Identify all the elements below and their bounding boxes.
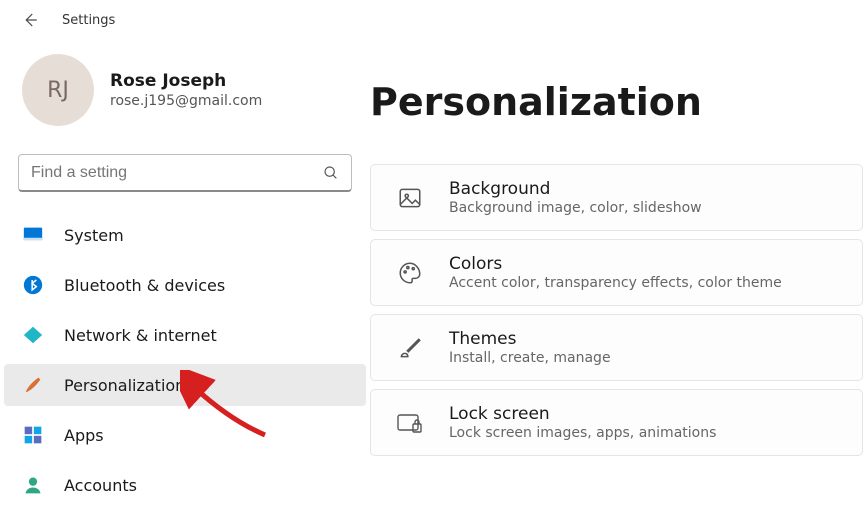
card-title: Themes [449, 329, 611, 349]
sidebar: RJ Rose Joseph rose.j195@gmail.com Syste… [0, 40, 370, 524]
card-lockscreen[interactable]: Lock screen Lock screen images, apps, an… [370, 389, 863, 456]
settings-cards: Background Background image, color, slid… [370, 164, 863, 456]
search-box[interactable] [18, 154, 352, 192]
page-title: Personalization [370, 80, 863, 124]
wifi-icon [22, 324, 44, 346]
card-subtitle: Accent color, transparency effects, colo… [449, 275, 782, 291]
search-input[interactable] [19, 164, 311, 182]
sidebar-item-label: Apps [64, 426, 104, 445]
sidebar-item-accounts[interactable]: Accounts [4, 464, 366, 506]
sidebar-item-apps[interactable]: Apps [4, 414, 366, 456]
paintbrush-icon [22, 374, 44, 396]
sidebar-item-label: Personalization [64, 376, 185, 395]
sidebar-item-network[interactable]: Network & internet [4, 314, 366, 356]
card-title: Lock screen [449, 404, 716, 424]
sidebar-item-label: Network & internet [64, 326, 217, 345]
sidebar-item-personalization[interactable]: Personalization [4, 364, 366, 406]
card-background[interactable]: Background Background image, color, slid… [370, 164, 863, 231]
titlebar: Settings [0, 0, 863, 40]
sidebar-item-bluetooth[interactable]: Bluetooth & devices [4, 264, 366, 306]
card-title: Background [449, 179, 702, 199]
apps-icon [22, 424, 44, 446]
card-subtitle: Lock screen images, apps, animations [449, 425, 716, 441]
picture-icon [395, 183, 425, 213]
brush-icon [395, 333, 425, 363]
user-name: Rose Joseph [110, 71, 262, 91]
card-themes[interactable]: Themes Install, create, manage [370, 314, 863, 381]
sidebar-item-label: System [64, 226, 124, 245]
app-title: Settings [62, 13, 115, 28]
sidebar-item-system[interactable]: System [4, 214, 366, 256]
card-title: Colors [449, 254, 782, 274]
monitor-icon [22, 224, 44, 246]
avatar: RJ [22, 54, 94, 126]
palette-icon [395, 258, 425, 288]
card-subtitle: Background image, color, slideshow [449, 200, 702, 216]
user-email: rose.j195@gmail.com [110, 93, 262, 109]
sidebar-item-label: Bluetooth & devices [64, 276, 225, 295]
back-arrow-icon [21, 11, 39, 29]
search-icon [311, 165, 351, 181]
bluetooth-icon [22, 274, 44, 296]
profile-block[interactable]: RJ Rose Joseph rose.j195@gmail.com [0, 54, 370, 126]
lockscreen-icon [395, 408, 425, 438]
nav-list: System Bluetooth & devices Network & int… [0, 214, 370, 506]
card-subtitle: Install, create, manage [449, 350, 611, 366]
person-icon [22, 474, 44, 496]
card-colors[interactable]: Colors Accent color, transparency effect… [370, 239, 863, 306]
sidebar-item-label: Accounts [64, 476, 137, 495]
back-button[interactable] [20, 10, 40, 30]
main-content: Personalization Background Background im… [370, 40, 863, 524]
